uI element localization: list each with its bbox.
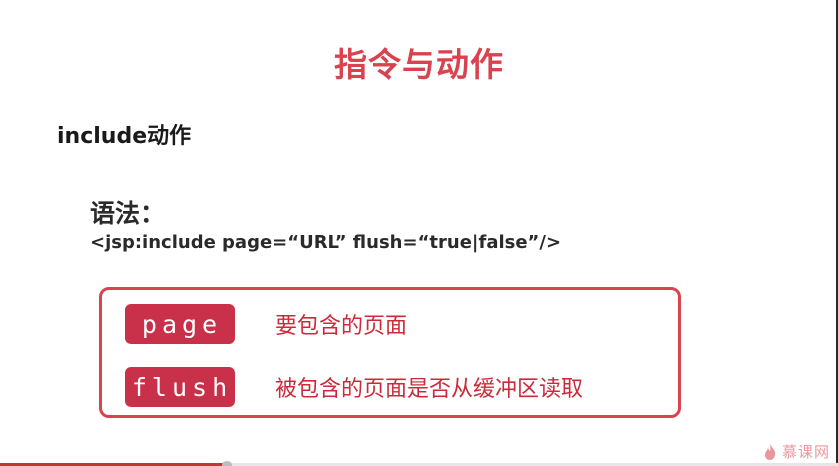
- watermark: 慕课网: [762, 441, 830, 462]
- attribute-tag-flush: flush: [125, 367, 235, 407]
- attribute-row-page: page 要包含的页面: [125, 304, 407, 344]
- slide: 指令与动作 include动作 语法： <jsp:include page=“U…: [0, 0, 838, 466]
- watermark-text: 慕课网: [781, 443, 830, 461]
- attribute-desc-flush: 被包含的页面是否从缓冲区读取: [275, 377, 584, 402]
- flame-logo-icon: [764, 443, 776, 460]
- syntax-code: <jsp:include page=“URL” flush=“true|fals…: [90, 232, 562, 253]
- section-heading: include动作: [57, 124, 192, 149]
- attribute-tag-page: page: [125, 304, 235, 344]
- attribute-row-flush: flush 被包含的页面是否从缓冲区读取: [125, 367, 583, 407]
- attribute-desc-page: 要包含的页面: [275, 314, 408, 339]
- attribute-box: page 要包含的页面 flush 被包含的页面是否从缓冲区读取: [99, 287, 681, 418]
- slide-title: 指令与动作: [334, 45, 504, 84]
- video-progress-handle[interactable]: [222, 461, 232, 466]
- syntax-label: 语法：: [90, 199, 166, 228]
